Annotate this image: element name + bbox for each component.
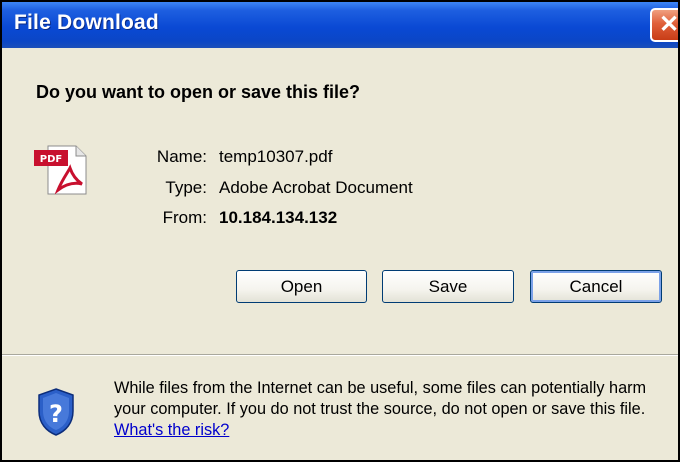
whats-the-risk-link[interactable]: What's the risk? bbox=[114, 421, 229, 439]
file-download-dialog: File Download ✕ Do you want to open or s… bbox=[0, 0, 680, 462]
from-label: From: bbox=[162, 208, 207, 227]
section-divider bbox=[2, 354, 678, 356]
shield-question-icon: ? bbox=[38, 388, 74, 436]
type-label: Type: bbox=[165, 178, 207, 197]
file-name-value: temp10307.pdf bbox=[219, 147, 333, 166]
name-label: Name: bbox=[156, 147, 207, 166]
close-icon: ✕ bbox=[659, 11, 680, 38]
svg-text:?: ? bbox=[49, 400, 63, 428]
close-button[interactable]: ✕ bbox=[650, 8, 680, 42]
warning-text: While files from the Internet can be use… bbox=[114, 379, 647, 418]
dialog-question: Do you want to open or save this file? bbox=[36, 82, 361, 102]
cancel-button[interactable]: Cancel bbox=[530, 270, 662, 303]
window-title: File Download bbox=[14, 11, 159, 34]
security-warning: While files from the Internet can be use… bbox=[114, 378, 674, 441]
file-type-value: Adobe Acrobat Document bbox=[219, 178, 413, 197]
open-button[interactable]: Open bbox=[236, 270, 367, 303]
save-button[interactable]: Save bbox=[382, 270, 514, 303]
title-bar[interactable]: File Download ✕ bbox=[2, 2, 678, 48]
file-source-value: 10.184.134.132 bbox=[219, 208, 338, 227]
